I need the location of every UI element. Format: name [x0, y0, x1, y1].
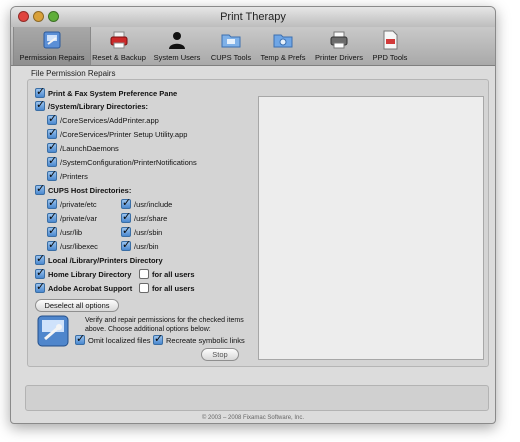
checkbox-box[interactable] [47, 238, 57, 251]
tab-printer-drivers[interactable]: Printer Drivers [311, 27, 367, 65]
checkbox-label: /usr/lib [60, 228, 83, 237]
red-printer-icon [110, 31, 128, 49]
tab-temp-prefs[interactable]: Temp & Prefs [257, 27, 309, 65]
cups-folder-icon [221, 34, 241, 48]
checkbox-label: /usr/share [134, 214, 168, 223]
toolbar: Permission Repairs Reset & Backup System… [11, 27, 495, 66]
prefs-folder-icon [273, 34, 293, 48]
app-window: Print Therapy Permission Repairs Reset &… [10, 6, 496, 424]
disk-repair-icon [43, 31, 61, 49]
checkbox-box[interactable] [121, 224, 131, 237]
checkbox-box[interactable] [47, 140, 57, 153]
checkbox-label: for all users [152, 270, 195, 279]
tab-permission-repairs[interactable]: Permission Repairs [13, 27, 91, 65]
stop-button[interactable]: Stop [201, 348, 239, 361]
checkbox-label: /LaunchDaemons [60, 144, 119, 153]
checkbox-box[interactable] [75, 332, 85, 345]
tab-label: Permission Repairs [19, 53, 85, 62]
tab-system-users[interactable]: System Users [149, 27, 205, 65]
checkbox-label: /Printers [60, 172, 88, 181]
checkbox-box[interactable] [121, 238, 131, 251]
checkbox-box[interactable] [47, 126, 57, 139]
checkbox-box[interactable] [35, 280, 45, 293]
checkbox-label: /System/Library Directories: [48, 102, 149, 111]
status-bar [25, 385, 489, 411]
copyright-text: © 2003 – 2008 Fixamac Software, Inc. [201, 415, 305, 421]
checkbox-box[interactable] [35, 85, 45, 98]
title-bar[interactable]: Print Therapy [11, 7, 495, 28]
checkbox-label: /SystemConfiguration/PrinterNotification… [60, 158, 197, 167]
tab-label: Temp & Prefs [260, 53, 306, 62]
checkbox-label: Local /Library/Printers Directory [48, 256, 163, 265]
checkbox-label: /private/var [60, 214, 98, 223]
checkbox-label: /usr/libexec [60, 242, 98, 251]
checkbox-label: /private/etc [60, 200, 97, 209]
checkbox-box[interactable] [35, 252, 45, 265]
checkbox-label: /CoreServices/AddPrinter.app [60, 116, 159, 125]
checkbox-box[interactable] [139, 269, 149, 279]
printer-icon [330, 31, 348, 49]
checkbox-label: CUPS Host Directories: [48, 186, 132, 195]
checkbox-label: Home Library Directory [48, 270, 132, 279]
checkbox-label: /usr/include [134, 200, 173, 209]
tab-ppd-tools[interactable]: PPD Tools [369, 27, 411, 65]
ppd-document-icon [383, 30, 398, 50]
checkbox-box[interactable] [35, 266, 45, 279]
checkbox-box[interactable] [47, 112, 57, 125]
tab-label: Reset & Backup [92, 53, 146, 62]
checkbox-box[interactable] [35, 182, 45, 195]
user-silhouette-icon [169, 32, 185, 49]
checkbox-box[interactable] [121, 196, 131, 209]
checkbox-label: /usr/sbin [134, 228, 163, 237]
checkbox-box[interactable] [47, 196, 57, 209]
window-title: Print Therapy [220, 11, 286, 23]
checkbox-box[interactable] [153, 332, 163, 345]
checkbox-label: for all users [152, 284, 195, 293]
checkbox-box[interactable] [35, 98, 45, 111]
checkbox-label: /CoreServices/Printer Setup Utility.app [60, 130, 188, 139]
deselect-all-button[interactable]: Deselect all options [35, 299, 119, 312]
checkbox-box[interactable] [139, 283, 149, 293]
tab-reset-backup[interactable]: Reset & Backup [91, 27, 147, 65]
group-title: File Permission Repairs [31, 69, 116, 78]
checkbox-label: Adobe Acrobat Support [48, 284, 133, 293]
tab-label: CUPS Tools [210, 53, 252, 62]
results-log-area[interactable] [258, 96, 484, 360]
checkbox-box[interactable] [121, 210, 131, 223]
checkbox-label: Recreate symbolic links [166, 336, 245, 345]
tab-label: System Users [153, 53, 201, 62]
checkbox-box[interactable] [47, 154, 57, 167]
checkbox-box[interactable] [47, 168, 57, 181]
tab-cups-tools[interactable]: CUPS Tools [207, 27, 255, 65]
checkbox-box[interactable] [47, 210, 57, 223]
tab-label: PPD Tools [372, 53, 408, 62]
repair-disk-icon[interactable] [37, 315, 69, 347]
checkbox-label: Omit localized files [88, 336, 151, 345]
checkbox-box[interactable] [47, 224, 57, 237]
checkbox-label: Print & Fax System Preference Pane [48, 89, 178, 98]
tab-label: Printer Drivers [315, 53, 363, 62]
repair-description: Verify and repair permissions for the ch… [85, 317, 244, 333]
checkbox-label: /usr/bin [134, 242, 159, 251]
